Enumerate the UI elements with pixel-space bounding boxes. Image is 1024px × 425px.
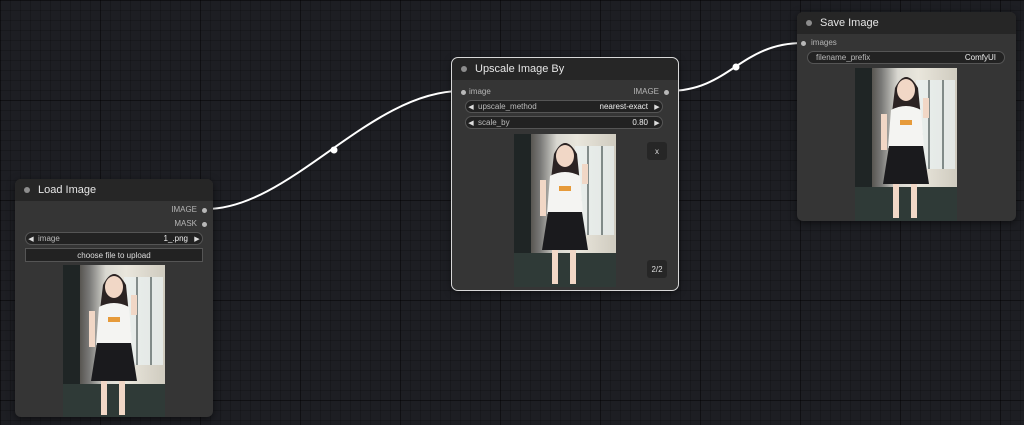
- output-label-mask: MASK: [174, 219, 197, 228]
- load-image-node[interactable]: Load Image IMAGE MASK ◀ image 1_.png ▶ c…: [15, 179, 213, 417]
- widget-label: scale_by: [478, 118, 510, 127]
- node-title-bar[interactable]: Save Image: [797, 12, 1016, 34]
- left-arrow-icon[interactable]: ◀: [466, 119, 476, 127]
- image-select-widget[interactable]: ◀ image 1_.png ▶: [25, 232, 203, 245]
- widget-value: 0.80: [632, 118, 648, 127]
- input-slot-images[interactable]: images: [801, 38, 837, 48]
- input-dot-icon[interactable]: [461, 90, 466, 95]
- preview-girl-illustration: [89, 274, 137, 415]
- close-preview-button[interactable]: x: [647, 142, 667, 160]
- wire-midpoint[interactable]: [732, 63, 740, 71]
- output-dot-icon[interactable]: [202, 208, 207, 213]
- left-arrow-icon[interactable]: ◀: [26, 235, 36, 243]
- widget-label: image: [38, 234, 60, 243]
- output-slot-image[interactable]: IMAGE: [633, 87, 669, 97]
- scale-by-widget[interactable]: ◀ scale_by 0.80 ▶: [465, 116, 663, 129]
- upscale-image-node[interactable]: Upscale Image By image IMAGE ◀ upscale_m…: [451, 57, 679, 291]
- output-label: IMAGE: [633, 87, 659, 96]
- node-title-bar[interactable]: Upscale Image By: [452, 58, 678, 80]
- input-slot-image[interactable]: image: [461, 87, 491, 97]
- right-arrow-icon[interactable]: ▶: [652, 119, 662, 127]
- preview-girl-illustration: [881, 77, 929, 218]
- widget-label: filename_prefix: [816, 53, 871, 62]
- node-title: Load Image: [38, 184, 97, 196]
- preview-page-indicator[interactable]: 2/2: [647, 260, 667, 278]
- right-arrow-icon[interactable]: ▶: [192, 235, 202, 243]
- image-preview[interactable]: [855, 68, 957, 221]
- right-arrow-icon[interactable]: ▶: [652, 103, 662, 111]
- upscale-method-widget[interactable]: ◀ upscale_method nearest-exact ▶: [465, 100, 663, 113]
- node-title-bar[interactable]: Load Image: [15, 179, 213, 201]
- output-slot-mask[interactable]: MASK: [174, 219, 207, 229]
- wire-midpoint[interactable]: [330, 146, 338, 154]
- output-slot-image[interactable]: IMAGE: [171, 205, 207, 215]
- node-title: Upscale Image By: [475, 63, 565, 75]
- collapse-dot-icon[interactable]: [461, 66, 467, 72]
- save-image-node[interactable]: Save Image images filename_prefix ComfyU…: [797, 12, 1016, 221]
- upload-button[interactable]: choose file to upload: [25, 248, 203, 262]
- input-label: image: [469, 87, 491, 96]
- input-dot-icon[interactable]: [801, 41, 806, 46]
- left-arrow-icon[interactable]: ◀: [466, 103, 476, 111]
- widget-value: ComfyUI: [964, 53, 996, 62]
- widget-value: 1_.png: [163, 234, 188, 243]
- widget-value: nearest-exact: [599, 102, 648, 111]
- preview-girl-illustration: [540, 143, 588, 284]
- image-preview[interactable]: [63, 265, 165, 417]
- collapse-dot-icon[interactable]: [24, 187, 30, 193]
- output-label-image: IMAGE: [171, 205, 197, 214]
- collapse-dot-icon[interactable]: [806, 20, 812, 26]
- output-dot-icon[interactable]: [202, 222, 207, 227]
- node-title: Save Image: [820, 17, 879, 29]
- input-label: images: [811, 38, 837, 47]
- filename-prefix-widget[interactable]: filename_prefix ComfyUI: [807, 51, 1005, 64]
- widget-label: upscale_method: [478, 102, 537, 111]
- image-preview[interactable]: [514, 134, 616, 287]
- output-dot-icon[interactable]: [664, 90, 669, 95]
